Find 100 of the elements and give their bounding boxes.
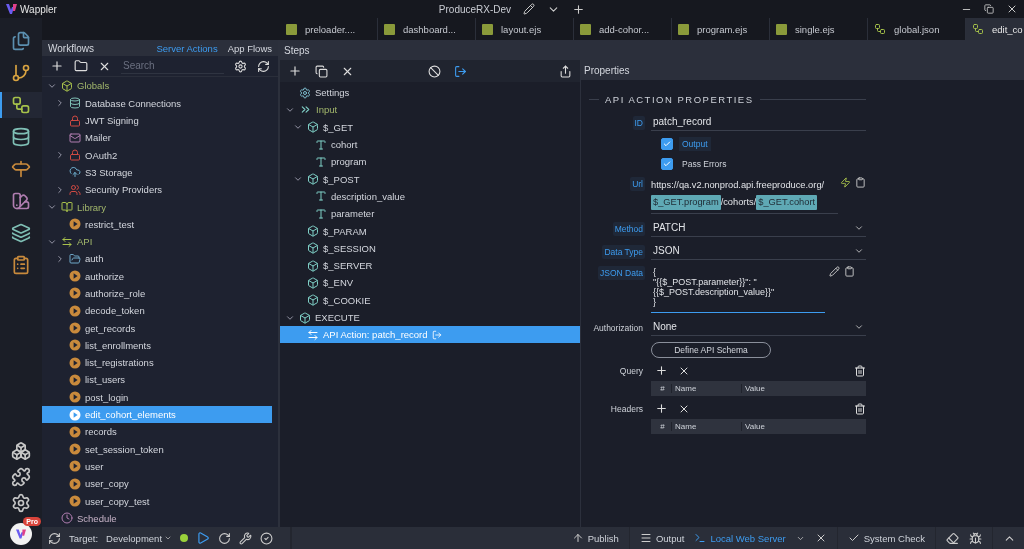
tree-item[interactable]: $_PARAM xyxy=(280,222,580,240)
puzzle-icon[interactable] xyxy=(11,467,31,487)
status-dot xyxy=(180,534,189,542)
tree-item[interactable]: user_copy_test xyxy=(42,492,272,510)
refresh-icon[interactable] xyxy=(257,59,270,73)
tree-item[interactable]: $_COOKIE xyxy=(280,291,580,309)
panel-tab[interactable]: Local Web Server xyxy=(694,532,786,544)
tree-item[interactable]: authorize xyxy=(42,267,272,285)
view-tab[interactable]: Server Actions xyxy=(156,42,218,54)
clipboard-icon[interactable] xyxy=(844,266,855,277)
reload-icon[interactable] xyxy=(218,531,232,545)
folder-icon[interactable] xyxy=(74,59,88,74)
pencil-icon[interactable] xyxy=(829,266,840,277)
tree-item[interactable]: program xyxy=(280,153,580,171)
settings-icon[interactable] xyxy=(11,493,31,513)
tree-item[interactable]: Security Providers xyxy=(42,181,272,199)
tree-item[interactable]: get_records xyxy=(42,319,272,337)
checkbox[interactable] xyxy=(661,138,673,150)
tree-item[interactable]: auth xyxy=(42,250,272,268)
tree-item[interactable]: list_enrollments xyxy=(42,336,272,355)
bug-icon[interactable] xyxy=(969,531,982,545)
tree-item[interactable]: $_SESSION xyxy=(280,239,580,257)
tree-item[interactable]: list_users xyxy=(42,371,272,389)
tree-item[interactable]: parameter xyxy=(280,205,580,223)
plus-icon[interactable] xyxy=(655,402,668,415)
panel-tab[interactable]: Output xyxy=(639,532,685,544)
project-name[interactable]: ProduceRX-Dev xyxy=(438,3,512,15)
tree-item[interactable]: user_copy xyxy=(42,475,272,493)
tree-item[interactable]: OAuth2 xyxy=(42,146,272,164)
restore-icon[interactable] xyxy=(984,4,994,14)
wrench-icon[interactable] xyxy=(239,531,253,545)
tree-item[interactable]: decode_token xyxy=(42,302,272,320)
trash-icon[interactable] xyxy=(854,402,866,415)
plus-icon[interactable] xyxy=(655,364,668,377)
tree-item[interactable]: $_POST xyxy=(280,170,580,188)
disable-icon[interactable] xyxy=(427,64,441,78)
dropdown-select[interactable]: JSON xyxy=(651,243,866,260)
plus-icon[interactable] xyxy=(288,64,302,78)
tree-item[interactable]: description_value xyxy=(280,187,580,206)
url-field[interactable]: https://qa.v2.nonprod.api.freeproduce.org/ $_GET.program /cohorts/ $_GET.cohort xyxy=(651,177,838,214)
dropdown-select[interactable]: PATCH xyxy=(651,220,866,237)
close-icon[interactable] xyxy=(1006,3,1018,15)
publish-button[interactable]: Publish xyxy=(571,532,619,544)
sidebar-tab[interactable] xyxy=(0,92,42,118)
dropdown-select[interactable]: None xyxy=(651,319,866,336)
tree-item[interactable]: JWT Signing xyxy=(42,111,272,130)
tree-item[interactable]: Library xyxy=(42,198,272,216)
share-icon[interactable] xyxy=(559,64,572,78)
tree-item[interactable]: Database Connections xyxy=(42,94,272,112)
file-tab[interactable]: edit_co xyxy=(966,18,1024,40)
field-label: JSON Data xyxy=(598,266,645,280)
system-check-button[interactable]: System Check xyxy=(847,532,925,544)
plus-icon[interactable] xyxy=(50,59,64,74)
workflow-icon xyxy=(11,95,31,115)
plus-icon[interactable] xyxy=(572,2,586,16)
tree-item[interactable]: set_session_token xyxy=(42,440,272,458)
tree-item[interactable]: Input xyxy=(280,101,580,119)
account-avatar[interactable] xyxy=(10,523,32,545)
eraser-icon[interactable] xyxy=(946,531,959,545)
tree-item[interactable]: Schedule xyxy=(42,509,272,527)
chevron-right-icon[interactable] xyxy=(55,184,65,195)
refresh-icon[interactable] xyxy=(48,531,61,545)
tree-item[interactable]: API xyxy=(42,232,272,251)
clipboard-icon[interactable] xyxy=(855,177,866,188)
chevron-right-icon[interactable] xyxy=(55,253,65,264)
tree-item[interactable]: user xyxy=(42,457,272,476)
search-field[interactable]: Search xyxy=(121,58,224,75)
copy-icon[interactable] xyxy=(315,64,328,78)
check-circle-icon[interactable] xyxy=(260,531,274,545)
trash-icon[interactable] xyxy=(854,364,866,377)
id-field[interactable]: patch_record xyxy=(651,114,866,131)
chevron-right-icon[interactable] xyxy=(55,150,65,161)
tree-item[interactable]: EXECUTE xyxy=(280,308,580,327)
tree-item[interactable]: S3 Storage xyxy=(42,163,272,182)
tree-item[interactable]: records xyxy=(42,423,272,441)
tree-item[interactable]: $_SERVER xyxy=(280,256,580,275)
checkbox[interactable] xyxy=(661,158,673,170)
lightning-icon[interactable] xyxy=(840,177,851,188)
tree-item[interactable]: $_ENV xyxy=(280,274,580,292)
chevron-down-icon[interactable] xyxy=(47,202,57,212)
output-icon[interactable] xyxy=(453,64,467,78)
tree-item[interactable]: Globals xyxy=(42,77,272,95)
tree-item[interactable]: list_registrations xyxy=(42,354,272,372)
tree-item[interactable]: Mailer xyxy=(42,129,272,147)
tree-item[interactable]: post_login xyxy=(42,388,272,406)
view-tab[interactable]: App Flows xyxy=(227,42,272,54)
target-select[interactable]: Development xyxy=(106,532,173,544)
tree-item[interactable]: Settings xyxy=(280,84,580,102)
boxes-icon[interactable] xyxy=(11,441,31,461)
settings-icon[interactable] xyxy=(234,59,247,73)
tree-item[interactable]: authorize_role xyxy=(42,284,272,303)
tree-item[interactable]: $_GET xyxy=(280,118,580,136)
tree-item[interactable]: cohort xyxy=(280,135,580,154)
flow-icon xyxy=(972,23,984,35)
chevron-right-icon[interactable] xyxy=(55,98,65,109)
tree-item[interactable]: restrict_test xyxy=(42,215,272,233)
field-label: Method xyxy=(612,221,645,236)
play-icon[interactable] xyxy=(196,531,211,545)
json-data-field[interactable]: { "{{$_POST.parameter}}": " {{$_POST.description_value}}" } xyxy=(651,266,825,313)
pencil-icon[interactable] xyxy=(523,3,536,15)
